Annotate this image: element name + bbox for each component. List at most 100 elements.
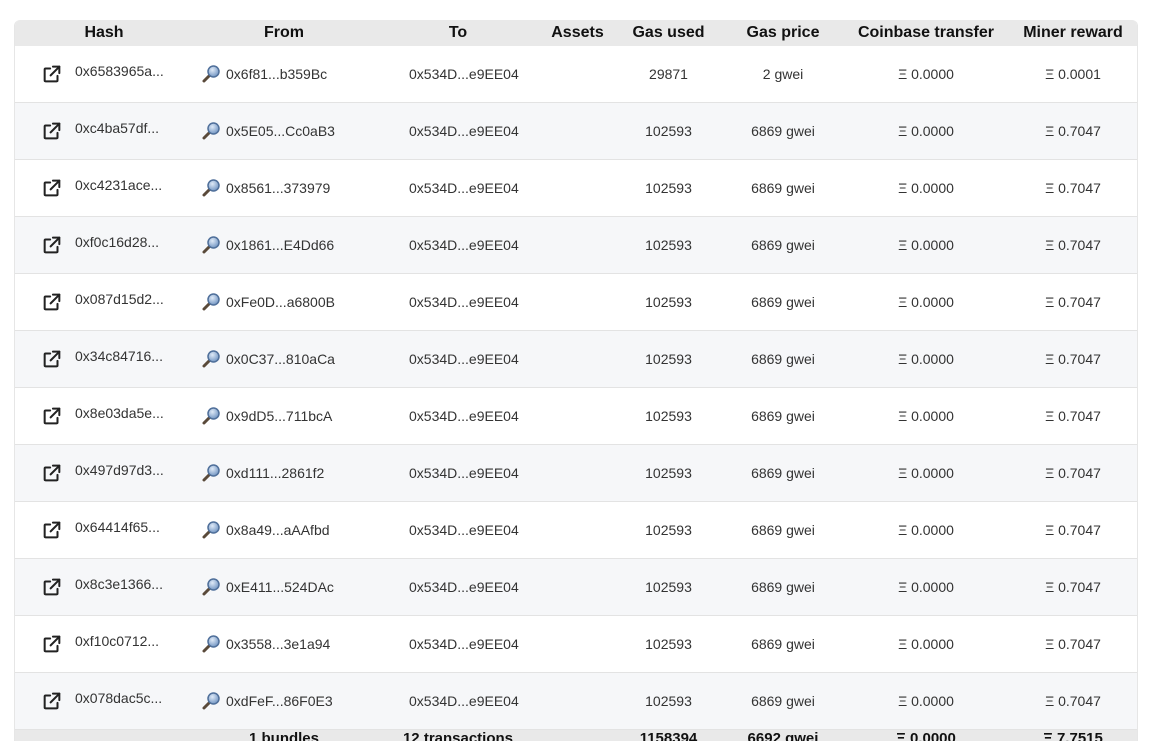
to-address-link[interactable]: 0x534D...e9EE04 [375, 216, 541, 274]
assets-cell [541, 558, 614, 616]
from-address-link[interactable]: 0x3558...3e1a94 [226, 636, 330, 652]
magnifier-icon[interactable] [201, 634, 221, 654]
table-row: 0x8c3e1366... 0xE411...524DAc 0x534D...e… [15, 558, 1137, 616]
column-header-gas-used[interactable]: Gas used [614, 20, 723, 46]
magnifier-icon[interactable] [201, 520, 221, 540]
external-link-icon[interactable] [41, 120, 63, 142]
table-row: 0x64414f65... 0x8a49...aAAfbd 0x534D...e… [15, 501, 1137, 559]
coinbase-transfer-cell: Ξ 0.0000 [843, 102, 1009, 160]
hash-cell: 0xc4231ace... [15, 159, 193, 217]
magnifier-icon[interactable] [201, 463, 221, 483]
to-address-link[interactable]: 0x534D...e9EE04 [375, 273, 541, 331]
magnifier-icon[interactable] [201, 349, 221, 369]
to-address-link[interactable]: 0x534D...e9EE04 [375, 330, 541, 388]
to-address-link[interactable]: 0x534D...e9EE04 [375, 159, 541, 217]
from-address-link[interactable]: 0x9dD5...711bcA [226, 408, 332, 424]
magnifier-icon[interactable] [201, 292, 221, 312]
magnifier-icon[interactable] [201, 406, 221, 426]
from-address-link[interactable]: 0x5E05...Cc0aB3 [226, 123, 335, 139]
external-link-icon[interactable] [41, 177, 63, 199]
from-address-link[interactable]: 0x0C37...810aCa [226, 351, 335, 367]
hash-cell: 0xf10c0712... [15, 615, 193, 673]
from-cell: 0xE411...524DAc [193, 558, 375, 616]
transaction-hash-link[interactable]: 0x497d97d3... [75, 462, 164, 478]
gas-price-cell: 6869 gwei [723, 216, 843, 274]
transaction-hash-link[interactable]: 0x087d15d2... [75, 291, 164, 307]
column-header-to[interactable]: To [375, 20, 541, 46]
table-row: 0x8e03da5e... 0x9dD5...711bcA 0x534D...e… [15, 387, 1137, 445]
gas-used-cell: 102593 [614, 558, 723, 616]
magnifier-icon[interactable] [201, 691, 221, 711]
to-address-link[interactable]: 0x534D...e9EE04 [375, 444, 541, 502]
from-address-link[interactable]: 0xd111...2861f2 [226, 465, 324, 481]
from-address-link[interactable]: 0x1861...E4Dd66 [226, 237, 334, 253]
gas-used-cell: 102593 [614, 387, 723, 445]
table-row: 0x497d97d3... 0xd111...2861f2 0x534D...e… [15, 444, 1137, 502]
gas-used-cell: 102593 [614, 330, 723, 388]
magnifier-icon[interactable] [201, 178, 221, 198]
gas-used-cell: 102593 [614, 444, 723, 502]
from-address-link[interactable]: 0x8561...373979 [226, 180, 330, 196]
to-address-link[interactable]: 0x534D...e9EE04 [375, 558, 541, 616]
from-address-link[interactable]: 0xFe0D...a6800B [226, 294, 335, 310]
from-cell: 0x5E05...Cc0aB3 [193, 102, 375, 160]
from-cell: 0x0C37...810aCa [193, 330, 375, 388]
external-link-icon[interactable] [41, 291, 63, 313]
miner-reward-cell: Ξ 0.7047 [1009, 102, 1137, 160]
to-address-link[interactable]: 0x534D...e9EE04 [375, 672, 541, 730]
coinbase-transfer-cell: Ξ 0.0000 [843, 558, 1009, 616]
column-header-assets[interactable]: Assets [541, 20, 614, 46]
miner-reward-cell: Ξ 0.7047 [1009, 273, 1137, 331]
magnifier-icon[interactable] [201, 235, 221, 255]
transaction-hash-link[interactable]: 0xf0c16d28... [75, 234, 159, 250]
footer-gas-used: 1158394 [614, 729, 723, 741]
magnifier-icon[interactable] [201, 64, 221, 84]
from-address-link[interactable]: 0xdFeF...86F0E3 [226, 693, 333, 709]
transaction-hash-link[interactable]: 0x64414f65... [75, 519, 160, 535]
to-address-link[interactable]: 0x534D...e9EE04 [375, 501, 541, 559]
column-header-coinbase-transfer[interactable]: Coinbase transfer [843, 20, 1009, 46]
table-row: 0x34c84716... 0x0C37...810aCa 0x534D...e… [15, 330, 1137, 388]
miner-reward-cell: Ξ 0.0001 [1009, 46, 1137, 103]
transaction-hash-link[interactable]: 0xc4231ace... [75, 177, 162, 193]
to-address-link[interactable]: 0x534D...e9EE04 [375, 46, 541, 103]
magnifier-icon[interactable] [201, 121, 221, 141]
transaction-hash-link[interactable]: 0x8c3e1366... [75, 576, 163, 592]
transaction-hash-link[interactable]: 0x078dac5c... [75, 690, 162, 706]
external-link-icon[interactable] [41, 519, 63, 541]
table-row: 0x078dac5c... 0xdFeF...86F0E3 0x534D...e… [15, 672, 1137, 730]
column-header-from[interactable]: From [193, 20, 375, 46]
column-header-hash[interactable]: Hash [15, 20, 193, 46]
coinbase-transfer-cell: Ξ 0.0000 [843, 273, 1009, 331]
transaction-hash-link[interactable]: 0x34c84716... [75, 348, 163, 364]
transaction-hash-link[interactable]: 0xc4ba57df... [75, 120, 159, 136]
transaction-hash-link[interactable]: 0x6583965a... [75, 63, 164, 79]
to-address-link[interactable]: 0x534D...e9EE04 [375, 615, 541, 673]
external-link-icon[interactable] [41, 462, 63, 484]
transaction-hash-link[interactable]: 0xf10c0712... [75, 633, 159, 649]
assets-cell [541, 387, 614, 445]
external-link-icon[interactable] [41, 234, 63, 256]
from-cell: 0x3558...3e1a94 [193, 615, 375, 673]
gas-price-cell: 6869 gwei [723, 672, 843, 730]
external-link-icon[interactable] [41, 690, 63, 712]
external-link-icon[interactable] [41, 348, 63, 370]
from-cell: 0xFe0D...a6800B [193, 273, 375, 331]
transaction-hash-link[interactable]: 0x8e03da5e... [75, 405, 164, 421]
from-address-link[interactable]: 0x8a49...aAAfbd [226, 522, 330, 538]
from-address-link[interactable]: 0xE411...524DAc [226, 579, 334, 595]
gas-used-cell: 29871 [614, 46, 723, 103]
external-link-icon[interactable] [41, 576, 63, 598]
footer-bundles: 1 bundles [193, 729, 375, 741]
external-link-icon[interactable] [41, 63, 63, 85]
gas-used-cell: 102593 [614, 102, 723, 160]
from-address-link[interactable]: 0x6f81...b359Bc [226, 66, 327, 82]
to-address-link[interactable]: 0x534D...e9EE04 [375, 387, 541, 445]
to-address-link[interactable]: 0x534D...e9EE04 [375, 102, 541, 160]
magnifier-icon[interactable] [201, 577, 221, 597]
column-header-gas-price[interactable]: Gas price [723, 20, 843, 46]
assets-cell [541, 615, 614, 673]
external-link-icon[interactable] [41, 633, 63, 655]
column-header-miner-reward[interactable]: Miner reward [1009, 20, 1137, 46]
external-link-icon[interactable] [41, 405, 63, 427]
